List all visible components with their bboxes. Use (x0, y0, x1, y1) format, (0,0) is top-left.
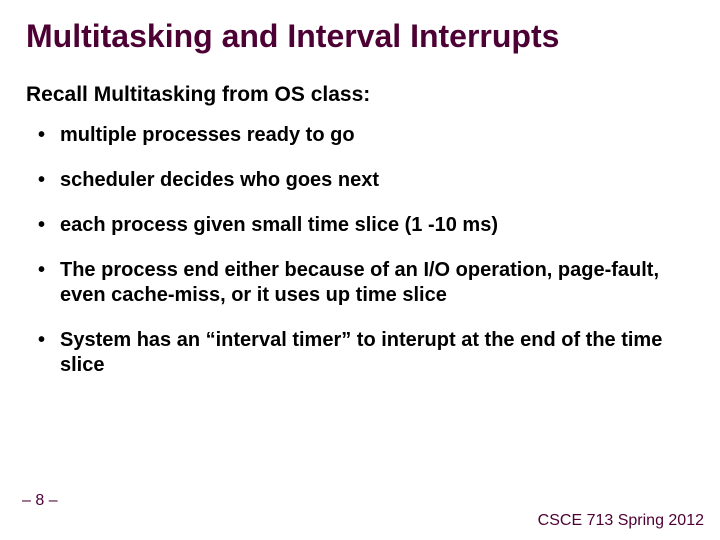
list-item: each process given small time slice (1 -… (32, 213, 698, 238)
slide: Multitasking and Interval Interrupts Rec… (0, 0, 720, 540)
list-item: scheduler decides who goes next (32, 168, 698, 193)
course-label: CSCE 713 Spring 2012 (538, 512, 704, 530)
list-item: The process end either because of an I/O… (32, 258, 698, 308)
bullet-list: multiple processes ready to go scheduler… (26, 123, 698, 378)
list-item: System has an “interval timer” to interu… (32, 328, 698, 378)
slide-title: Multitasking and Interval Interrupts (26, 18, 698, 55)
page-number: – 8 – (22, 492, 58, 510)
subhead: Recall Multitasking from OS class: (26, 83, 698, 107)
list-item: multiple processes ready to go (32, 123, 698, 148)
